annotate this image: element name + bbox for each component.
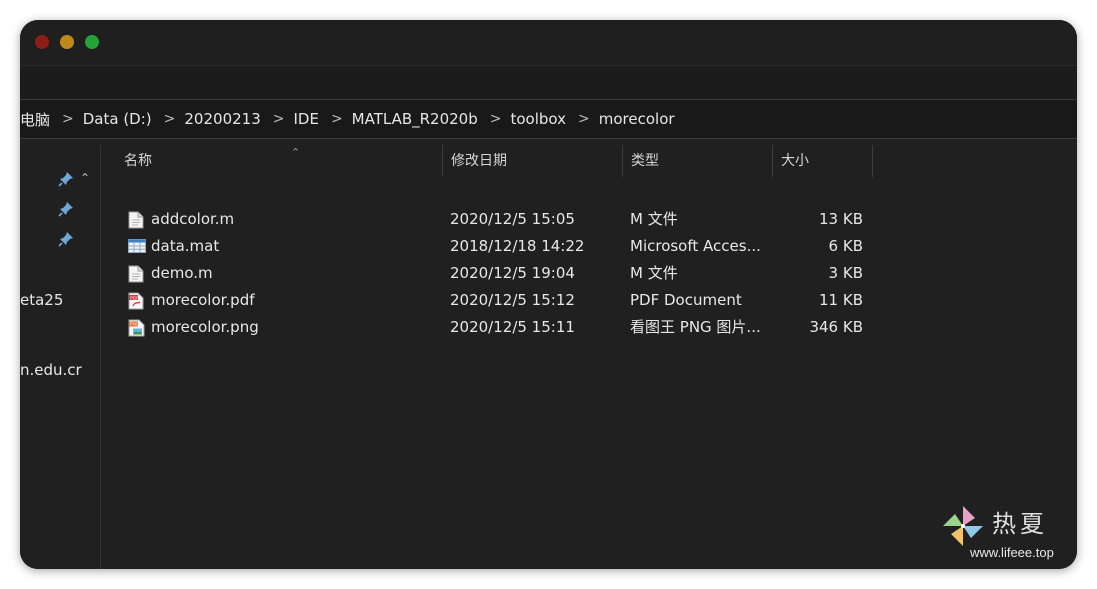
watermark: 热夏 www.lifeee.top bbox=[940, 504, 1077, 560]
file-size: 3 KB bbox=[828, 264, 863, 282]
sidebar-item-label[interactable]: eta25 bbox=[20, 291, 63, 309]
sidebar-item-label[interactable]: n.edu.cr bbox=[20, 361, 82, 379]
file-name: addcolor.m bbox=[151, 210, 235, 228]
table-file-icon bbox=[128, 238, 146, 256]
file-name: morecolor.pdf bbox=[151, 291, 255, 309]
maximize-window-button[interactable] bbox=[85, 35, 99, 49]
file-type: M 文件 bbox=[630, 264, 678, 282]
chevron-right-icon[interactable]: > bbox=[490, 111, 502, 127]
file-list-header: 名称 ⌃ 修改日期 类型 大小 bbox=[101, 145, 1077, 177]
close-window-button[interactable] bbox=[35, 35, 49, 49]
minimize-window-button[interactable] bbox=[60, 35, 74, 49]
navigation-pane: ⌃ eta25 n.edu.cr bbox=[20, 145, 101, 569]
pin-icon[interactable] bbox=[58, 231, 74, 247]
chevron-right-icon[interactable]: > bbox=[164, 111, 176, 127]
column-header-date-label: 修改日期 bbox=[451, 153, 507, 169]
breadcrumb-item-folder[interactable]: toolbox bbox=[510, 110, 566, 128]
table-row[interactable]: PDF morecolor.pdf 2020/12/5 15:12 PDF Do… bbox=[101, 287, 881, 314]
breadcrumb-item-folder[interactable]: IDE bbox=[293, 110, 318, 128]
table-row[interactable]: data.mat 2018/12/18 14:22 Microsoft Acce… bbox=[101, 233, 881, 260]
pin-icon[interactable] bbox=[58, 201, 74, 217]
breadcrumb-item-pc[interactable]: 电脑 bbox=[20, 109, 50, 130]
chevron-right-icon[interactable]: > bbox=[62, 111, 74, 127]
m-file-icon bbox=[128, 211, 144, 229]
file-name: demo.m bbox=[151, 264, 213, 282]
chevron-up-icon[interactable]: ⌃ bbox=[80, 171, 90, 185]
table-row[interactable]: addcolor.m 2020/12/5 15:05 M 文件 13 KB bbox=[101, 206, 881, 233]
file-name: morecolor.png bbox=[151, 318, 259, 336]
file-date: 2020/12/5 15:11 bbox=[450, 318, 575, 336]
table-row[interactable]: PNG morecolor.png 2020/12/5 15:11 看图王 PN… bbox=[101, 314, 881, 341]
file-name: data.mat bbox=[151, 237, 220, 255]
file-type: M 文件 bbox=[630, 210, 678, 228]
pin-icon[interactable] bbox=[58, 171, 74, 187]
column-header-type-label: 类型 bbox=[631, 153, 659, 169]
column-header-date[interactable]: 修改日期 bbox=[443, 145, 623, 177]
column-header-size[interactable]: 大小 bbox=[773, 145, 873, 177]
watermark-url: www.lifeee.top bbox=[970, 545, 1054, 560]
chevron-right-icon[interactable]: > bbox=[331, 111, 343, 127]
file-size: 11 KB bbox=[819, 291, 863, 309]
column-header-name-label: 名称 bbox=[124, 153, 152, 169]
file-size: 6 KB bbox=[828, 237, 863, 255]
file-size: 13 KB bbox=[819, 210, 863, 228]
pinwheel-logo-icon bbox=[943, 506, 983, 546]
file-type: Microsoft Acces... bbox=[630, 237, 761, 255]
chevron-right-icon[interactable]: > bbox=[578, 111, 590, 127]
png-file-icon: PNG bbox=[128, 319, 145, 337]
m-file-icon bbox=[128, 265, 144, 283]
file-list: 名称 ⌃ 修改日期 类型 大小 addcolor.m 2020/12/5 15:… bbox=[101, 145, 1077, 569]
file-type: 看图王 PNG 图片... bbox=[630, 318, 761, 336]
svg-text:PDF: PDF bbox=[130, 295, 139, 300]
table-row[interactable]: demo.m 2020/12/5 19:04 M 文件 3 KB bbox=[101, 260, 881, 287]
column-header-size-label: 大小 bbox=[781, 153, 809, 169]
file-date: 2020/12/5 19:04 bbox=[450, 264, 575, 282]
column-header-name[interactable]: 名称 ⌃ bbox=[116, 145, 443, 177]
breadcrumb-item-drive[interactable]: Data (D:) bbox=[83, 110, 152, 128]
chevron-right-icon[interactable]: > bbox=[273, 111, 285, 127]
file-type: PDF Document bbox=[630, 291, 742, 309]
breadcrumb: 电脑 > Data (D:) > 20200213 > IDE > MATLAB… bbox=[20, 99, 1077, 139]
title-bar bbox=[20, 20, 1077, 65]
file-date: 2020/12/5 15:12 bbox=[450, 291, 575, 309]
watermark-title: 热夏 bbox=[992, 510, 1048, 538]
breadcrumb-item-current[interactable]: morecolor bbox=[599, 110, 675, 128]
breadcrumb-item-folder[interactable]: 20200213 bbox=[184, 110, 260, 128]
svg-text:PNG: PNG bbox=[130, 322, 139, 327]
file-date: 2018/12/18 14:22 bbox=[450, 237, 585, 255]
sort-ascending-icon: ⌃ bbox=[291, 146, 301, 159]
pdf-file-icon: PDF bbox=[128, 292, 144, 310]
explorer-window: 电脑 > Data (D:) > 20200213 > IDE > MATLAB… bbox=[20, 20, 1077, 569]
file-date: 2020/12/5 15:05 bbox=[450, 210, 575, 228]
breadcrumb-item-folder[interactable]: MATLAB_R2020b bbox=[352, 110, 478, 128]
column-header-type[interactable]: 类型 bbox=[623, 145, 773, 177]
file-size: 346 KB bbox=[809, 318, 863, 336]
